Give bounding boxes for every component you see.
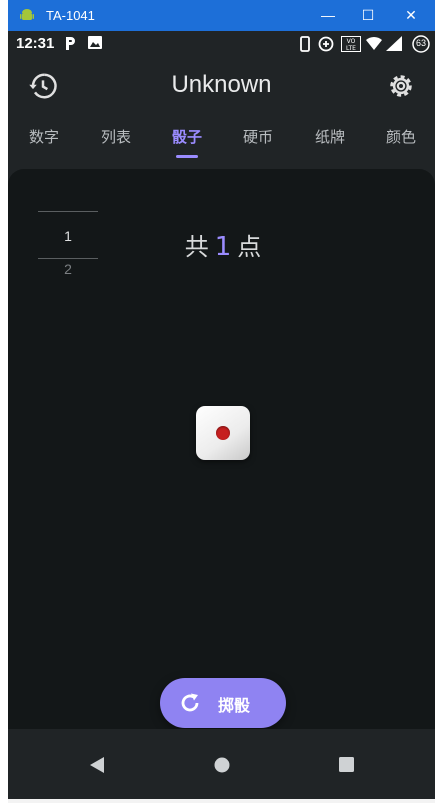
status-bar: 12:31 VO LTE 63 [8, 31, 435, 57]
phone-icon [300, 36, 310, 52]
mode-tabs: 数字 列表 骰子 硬币 纸牌 颜色 [8, 126, 435, 162]
background-window-left [0, 0, 8, 803]
svg-text:VO: VO [347, 38, 356, 45]
signal-icon [386, 36, 402, 51]
active-tab-indicator [176, 155, 198, 158]
data-saver-icon [318, 36, 334, 52]
die[interactable] [196, 406, 250, 460]
history-list[interactable]: 1 2 [38, 211, 98, 277]
tab-color[interactable]: 颜色 [371, 126, 431, 147]
back-icon[interactable] [90, 757, 104, 773]
settings-icon[interactable] [386, 71, 416, 101]
roll-button-label: 掷骰 [218, 696, 251, 715]
status-time: 12:31 [16, 35, 55, 52]
total-prefix: 共 [184, 233, 209, 261]
total-points: 共1点 [158, 227, 288, 262]
total-value: 1 [214, 232, 232, 262]
svg-text:LTE: LTE [346, 45, 356, 52]
phone-screen: 12:31 VO LTE 63 Unknown 数字 列表 骰子 硬币 纸牌 颜… [8, 31, 435, 799]
image-icon [88, 36, 102, 49]
total-suffix: 点 [237, 233, 262, 261]
history-previous: 2 [64, 261, 72, 277]
parking-icon [66, 37, 75, 50]
tab-number[interactable]: 数字 [14, 126, 74, 147]
maximize-button[interactable]: ☐ [348, 5, 388, 25]
wifi-icon [366, 36, 382, 50]
emulator-title-bar: TA-1041 — ☐ ✕ [8, 0, 435, 31]
dice-panel: 1 2 共1点 [8, 169, 435, 729]
android-icon [20, 9, 34, 20]
battery-level: 63 [416, 38, 427, 48]
navigation-bar [8, 729, 435, 799]
app-bar: Unknown [8, 57, 435, 115]
close-window-button[interactable]: ✕ [391, 5, 431, 25]
tab-dice[interactable]: 骰子 [157, 126, 217, 147]
recents-icon[interactable] [339, 757, 354, 772]
minimize-button[interactable]: — [308, 5, 348, 25]
background-window-right [435, 0, 445, 803]
window-title: TA-1041 [46, 8, 95, 23]
home-icon[interactable] [214, 757, 230, 773]
die-pip [216, 426, 230, 440]
tab-list[interactable]: 列表 [86, 126, 146, 147]
tab-cards[interactable]: 纸牌 [300, 126, 360, 147]
volte-icon: VO LTE [341, 36, 361, 52]
roll-dice-button[interactable]: 掷骰 [160, 678, 286, 728]
app-title: Unknown [171, 71, 272, 98]
history-current: 1 [64, 228, 72, 244]
tab-coin[interactable]: 硬币 [228, 126, 288, 147]
refresh-icon [181, 693, 199, 712]
